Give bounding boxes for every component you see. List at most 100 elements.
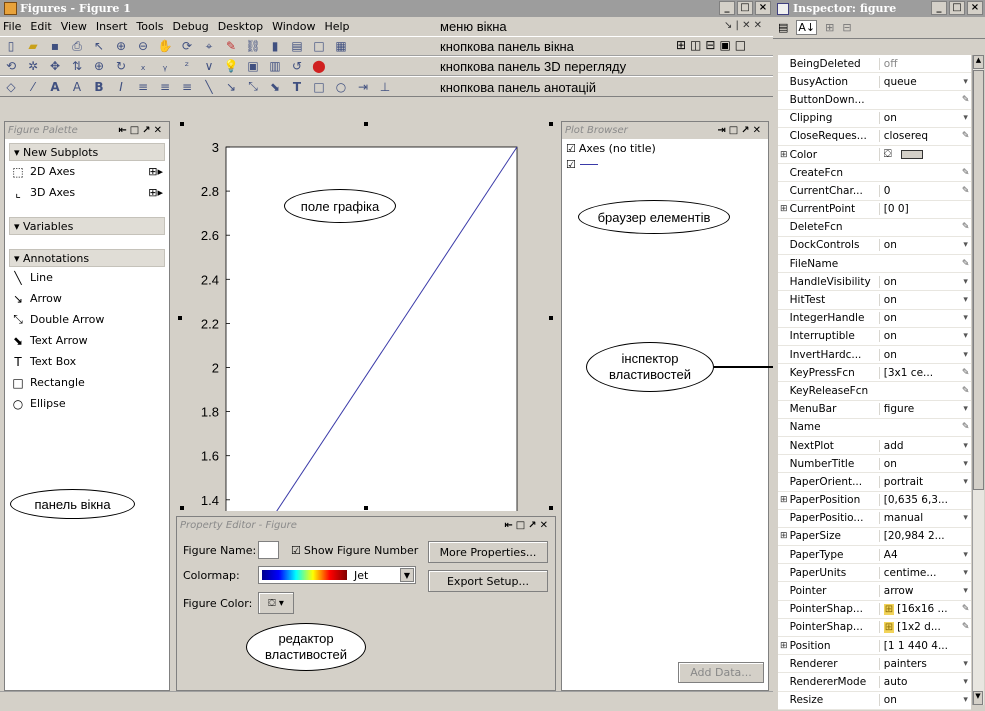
figure-title-bar[interactable]: Figures - Figure 1 _ □ × [0,0,773,17]
pin-icon[interactable]: ⇥ [355,80,371,94]
orbit-light-icon[interactable]: ✲ [25,59,41,73]
open-icon[interactable]: ▰ [25,39,41,53]
inspector-close-button[interactable]: × [967,1,983,15]
annotation-item-text-box[interactable]: T Text Box [5,351,169,372]
edit-icon[interactable]: ✎ [960,422,971,432]
menu-help[interactable]: Help [324,20,349,33]
fill-color-icon[interactable]: ◇ [3,80,19,94]
menu-window[interactable]: Window [272,20,315,33]
edit-icon[interactable]: ✎ [960,186,971,196]
edit-icon[interactable]: ✎ [960,222,971,232]
dropdown-icon[interactable]: ▾ [960,459,971,469]
inspector-title-bar[interactable]: Inspector: figure _ □ × [773,0,985,17]
brush-icon[interactable]: ✎ [223,39,239,53]
annotations-section[interactable]: ▾ Annotations [9,249,165,267]
annotation-item-ellipse[interactable]: ○ Ellipse [5,393,169,414]
property-value[interactable]: auto [878,675,961,688]
inspector-row[interactable]: PointerShap... ⊞ [16x16 ... ✎ [778,600,971,619]
axes-2d-item[interactable]: ⬚ 2D Axes ⊞▸ [5,161,169,182]
save-icon[interactable]: ▪ [47,39,63,53]
edit-icon[interactable]: ✎ [960,368,971,378]
pointer-icon[interactable]: ↖ [91,39,107,53]
link-icon[interactable]: ⛓ [245,39,261,53]
axes-entry[interactable]: ☑ Axes (no title) [562,139,768,158]
inspector-row[interactable]: ⊞ Color ⛋ [778,145,971,165]
edit-icon[interactable]: ✎ [960,95,971,105]
inspector-row[interactable]: ⊞ PaperPosition [0,635 6,3... [778,491,971,510]
more-properties-button[interactable]: More Properties... [428,541,548,563]
text-color-icon[interactable]: A [47,80,63,94]
inspector-row[interactable]: Resize on ▾ [778,691,971,710]
figure-name-input[interactable] [258,541,279,559]
edit-icon[interactable]: ✎ [960,622,971,632]
light-icon[interactable]: 💡 [223,59,239,73]
property-value[interactable]: on [878,112,961,125]
inspector-minimize-button[interactable]: _ [931,1,947,15]
inspector-row[interactable]: BusyAction queue ▾ [778,73,971,92]
annotation-item-arrow[interactable]: ↘ Arrow [5,288,169,309]
line-checkbox[interactable]: ☑ [566,158,576,171]
dropdown-icon[interactable]: ▾ [960,677,971,687]
show-tools-icon[interactable]: ▦ [333,39,349,53]
property-value[interactable]: portrait [878,475,961,488]
property-value[interactable]: closereq [878,130,961,143]
no-axis-icon[interactable]: ∨ [201,59,217,73]
dropdown-icon[interactable]: ▾ [960,295,971,305]
axes-plot[interactable]: 11.21.41.61.822.22.42.62.83 11.522.53 [176,121,556,511]
menu-view[interactable]: View [61,20,87,33]
projection-icon[interactable]: ▣ [245,59,261,73]
palette-controls[interactable]: ⇤□↗✕ [118,125,165,136]
menu-insert[interactable]: Insert [96,20,128,33]
menu-file[interactable]: File [3,20,21,33]
inspector-row[interactable]: InvertHardc... on ▾ [778,346,971,365]
property-editor-controls[interactable]: ⇤□↗✕ [504,520,551,531]
inspector-row[interactable]: CloseReques... closereq ✎ [778,127,971,146]
inspector-row[interactable]: Interruptible on ▾ [778,327,971,346]
property-value[interactable]: on [878,239,961,252]
inspector-row[interactable]: MenuBar figure ▾ [778,400,971,419]
dolly-icon[interactable]: ⇅ [69,59,85,73]
property-value[interactable]: on [878,312,961,325]
close-button[interactable]: × [755,1,771,15]
handle-bc[interactable] [364,506,368,510]
axes-3d-item[interactable]: ⌞ 3D Axes ⊞▸ [5,182,169,203]
handle-tc[interactable] [364,122,368,126]
menu-debug[interactable]: Debug [173,20,209,33]
edit-icon[interactable]: ✎ [960,259,971,269]
inspector-row[interactable]: RendererMode auto ▾ [778,673,971,692]
pan-icon[interactable]: ✋ [157,39,173,53]
property-value[interactable]: figure [878,403,961,416]
menu-right-controls[interactable]: ↘ | ✕ ✕ [724,20,762,31]
chevron-down-icon[interactable]: ▼ [400,568,414,582]
roll-camera-icon[interactable]: ↻ [113,59,129,73]
collapse-all-icon[interactable]: ⊟ [842,21,851,34]
plot-browser-controls[interactable]: ⇥□↗✕ [717,125,764,136]
annotation-item-line[interactable]: ╲ Line [5,267,169,288]
rectangle-tool-icon[interactable]: □ [311,80,327,94]
inspector-row[interactable]: NextPlot add ▾ [778,436,971,456]
dropdown-icon[interactable]: ▾ [960,277,971,287]
inspector-scrollbar[interactable]: ▲ ▼ [972,55,984,705]
dropdown-icon[interactable]: ▾ [960,659,971,669]
edit-icon[interactable]: ✎ [960,131,971,141]
property-value[interactable]: queue [878,75,961,88]
property-value[interactable]: [3x1 ce... [878,366,961,379]
variables-section[interactable]: ▾ Variables [9,217,165,235]
add-data-button[interactable]: Add Data... [678,662,764,683]
maximize-button[interactable]: □ [737,1,753,15]
expand-icon[interactable]: ⊞ [778,531,790,541]
perspective-icon[interactable]: ▥ [267,59,283,73]
property-value[interactable]: on [878,275,961,288]
property-value[interactable]: ⛋ [878,148,961,162]
property-value[interactable]: [0,635 6,3... [878,494,961,507]
inspector-row[interactable]: ButtonDown... ✎ [778,91,971,110]
scroll-up-icon[interactable]: ▲ [973,55,984,69]
handle-tl[interactable] [180,122,184,126]
property-value[interactable]: A4 [878,548,961,561]
handle-ml[interactable] [178,316,182,320]
zoom-camera-icon[interactable]: ⊕ [91,59,107,73]
inspector-row[interactable]: NumberTitle on ▾ [778,455,971,474]
inspector-row[interactable]: ⊞ Position [1 1 440 4... [778,637,971,656]
inspector-row[interactable]: Pointer arrow ▾ [778,582,971,601]
annotation-item-text-arrow[interactable]: ⬊ Text Arrow [5,330,169,351]
